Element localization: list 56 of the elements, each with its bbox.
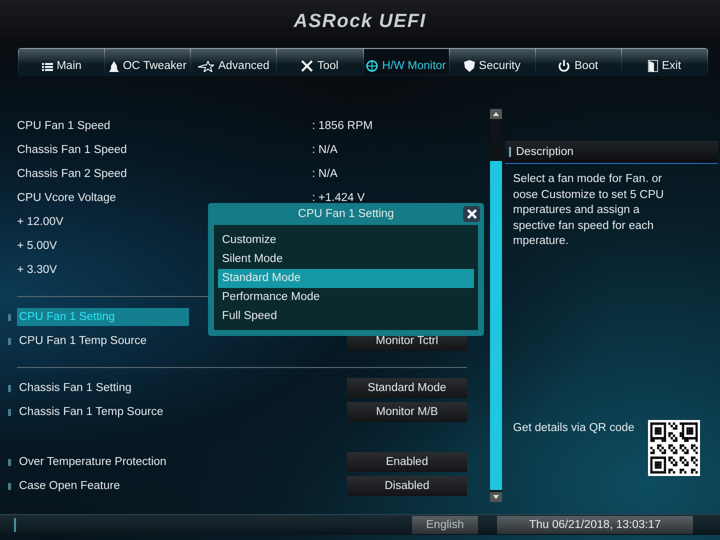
language-button[interactable]: English: [412, 516, 478, 534]
reading-value: : 1856 RPM: [312, 120, 373, 132]
popup-title: CPU Fan 1 Setting: [298, 208, 394, 220]
setting-item[interactable]: Chassis Fan 1 Temp Source: [17, 403, 189, 421]
setting-item[interactable]: Over Temperature Protection: [17, 453, 189, 471]
reading-value: : +1.424 V: [312, 192, 365, 204]
reading-label: Chassis Fan 2 Speed: [17, 168, 128, 180]
reading-value: : N/A: [312, 144, 338, 156]
tab[interactable]: Main: [19, 49, 104, 75]
qr-caption: Get details via QR code: [513, 422, 634, 436]
door-icon: [648, 60, 658, 72]
setting-value-button[interactable]: Standard Mode: [347, 378, 467, 398]
setting-item[interactable]: Chassis Fan 1 Setting: [17, 379, 189, 397]
reading-value: : N/A: [312, 168, 338, 180]
setting-item[interactable]: CPU Fan 1 Temp Source: [17, 332, 189, 350]
shield-icon: [464, 60, 475, 72]
scroll-up-icon: [490, 109, 502, 119]
popup-option[interactable]: Silent Mode: [218, 250, 474, 269]
date-time: Thu 06/21/2018, 13:03:17: [497, 516, 693, 534]
description-text: spective fan speed for each: [513, 218, 655, 234]
popup-option[interactable]: Performance Mode: [218, 288, 474, 307]
list-icon: [42, 62, 53, 72]
reading-label: + 3.30V: [17, 264, 58, 276]
popup-option[interactable]: Full Speed: [218, 307, 474, 326]
popup-option[interactable]: Customize: [218, 231, 474, 250]
reading-label: + 5.00V: [17, 240, 58, 252]
tab[interactable]: Advanced: [191, 49, 276, 75]
tab[interactable]: OC Tweaker: [105, 49, 190, 75]
setting-value-button[interactable]: Monitor M/B: [347, 402, 467, 422]
description-title: Description: [516, 146, 574, 158]
logo-text: ASRock UEFI: [294, 11, 426, 33]
reading-label: + 12.00V: [17, 216, 64, 228]
tab[interactable]: Exit: [622, 49, 707, 75]
tab[interactable]: H/W Monitor: [364, 49, 449, 75]
description-text: oose Customize to set 5 CPU: [513, 188, 665, 202]
tab[interactable]: Boot: [536, 49, 621, 75]
setting-value-button[interactable]: Enabled: [347, 452, 467, 472]
description-text: Select a fan mode for Fan. or: [513, 172, 663, 187]
reading-label: Chassis Fan 1 Speed: [17, 144, 128, 156]
scroll-down-icon: [490, 492, 502, 502]
tab[interactable]: Security: [450, 49, 535, 75]
setting-item[interactable]: Case Open Feature: [17, 477, 189, 495]
scrollbar[interactable]: [490, 109, 502, 502]
setting-value-button[interactable]: Disabled: [347, 476, 467, 496]
star-icon: [198, 61, 214, 72]
power-icon: [558, 60, 570, 72]
close-button[interactable]: [463, 206, 480, 222]
qr-code: [648, 420, 700, 476]
close-icon: [466, 209, 476, 219]
reading-label: CPU Fan 1 Speed: [17, 120, 112, 132]
description-text: mperature.: [513, 234, 570, 249]
description-text: mperatures and assign a: [513, 203, 641, 218]
tab[interactable]: Tool: [277, 49, 362, 75]
rocket-icon: [108, 61, 119, 72]
crosshair-icon: [366, 60, 378, 72]
reading-label: CPU Vcore Voltage: [17, 192, 118, 204]
